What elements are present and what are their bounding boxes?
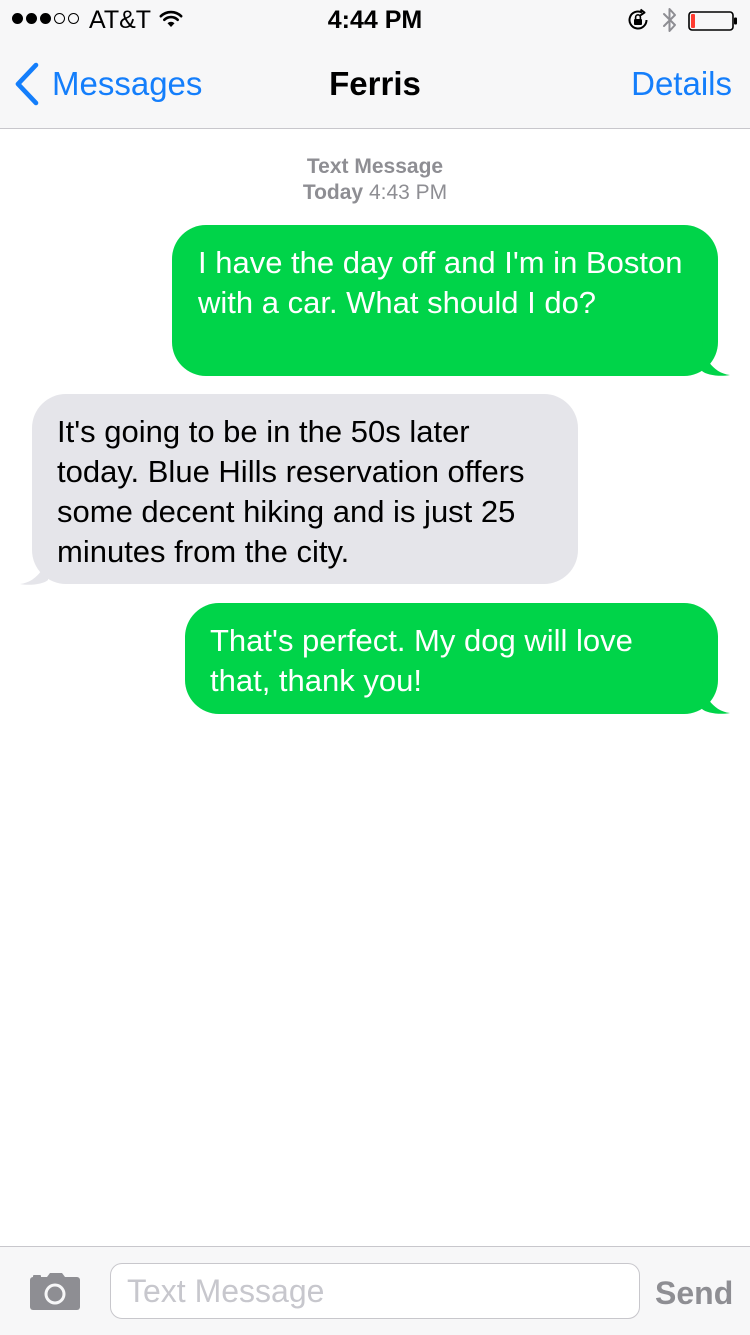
bubble-tail xyxy=(20,550,48,585)
incoming-message-bubble[interactable]: It's going to be in the 50s later today.… xyxy=(20,394,578,585)
camera-icon xyxy=(30,1273,80,1310)
bluetooth-icon xyxy=(662,6,678,39)
message-type-label: Text Message xyxy=(306,155,444,178)
rotation-lock-icon xyxy=(626,8,650,37)
status-bar: AT&T 4:44 PM xyxy=(0,0,750,40)
outgoing-message-bubble[interactable]: That's perfect. My dog will love that, t… xyxy=(185,603,730,714)
outgoing-message-bubble[interactable]: I have the day off and I'm in Boston wit… xyxy=(172,225,730,376)
message-text-field[interactable] xyxy=(110,1263,640,1319)
message-text: That's perfect. My dog will love that, t… xyxy=(210,623,633,698)
camera-button[interactable] xyxy=(30,1273,80,1316)
send-button[interactable]: Send xyxy=(655,1273,733,1313)
bubble-tail xyxy=(702,341,730,376)
thread-timestamp: Text Message Today 4:43 PM xyxy=(0,154,750,206)
message-input-bar: Send xyxy=(0,1246,750,1335)
message-text: I have the day off and I'm in Boston wit… xyxy=(198,245,683,320)
battery-icon xyxy=(688,11,738,36)
bubble-tail xyxy=(702,679,730,714)
details-button[interactable]: Details xyxy=(631,64,732,104)
timestamp-time: 4:43 PM xyxy=(368,181,448,204)
message-text: It's going to be in the 50s later today.… xyxy=(57,414,525,569)
navigation-bar: Messages Ferris Details xyxy=(0,40,750,129)
timestamp-day: Today xyxy=(302,181,364,204)
